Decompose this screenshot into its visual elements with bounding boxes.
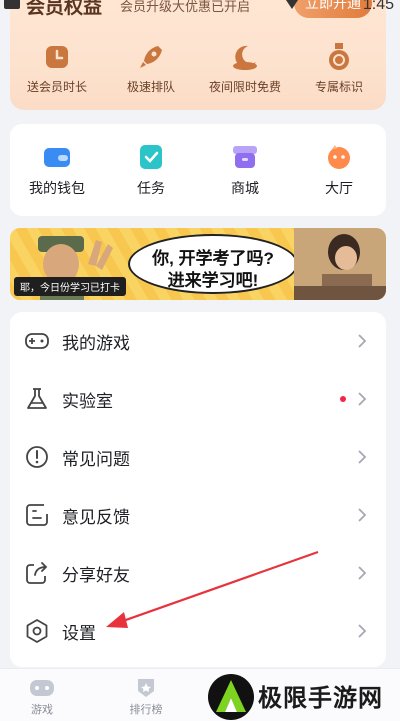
menu-item-feedback[interactable]: 意见反馈 (10, 486, 386, 544)
lobby-icon (328, 145, 350, 169)
clock-icon (46, 46, 68, 68)
speech-bubble: 你, 开学考了吗? 进来学习吧! (128, 234, 298, 294)
perk-label: 极速排队 (126, 80, 175, 94)
banner-student-image (294, 228, 386, 300)
menu-item-faq[interactable]: 常见问题 (10, 428, 386, 486)
menu-item-lab[interactable]: 实验室 (10, 370, 386, 428)
vip-subtitle: 会员升级大优惠已开启 (120, 0, 251, 14)
moon-icon (233, 45, 257, 70)
quick-label: 商城 (231, 180, 259, 196)
menu-label: 意见反馈 (62, 507, 130, 527)
chevron-right-icon (358, 624, 367, 638)
menu-label: 常见问题 (62, 449, 130, 469)
menu-label: 实验室 (62, 391, 113, 411)
rocket-icon (140, 46, 162, 68)
perk-night-free[interactable]: 夜间限时免费 (200, 40, 290, 95)
tab-games[interactable]: 游戏 (12, 677, 72, 717)
chevron-right-icon (358, 566, 367, 580)
tab-label: 游戏 (31, 704, 53, 716)
task-icon (140, 145, 162, 169)
vip-card[interactable]: 会员权益 会员升级大优惠已开启 立即开通 送会员时长 极速排队 夜间限时免费 专… (10, 0, 386, 110)
flask-icon (27, 388, 47, 409)
feedback-icon (26, 504, 48, 526)
quick-label: 任务 (137, 180, 165, 196)
menu-item-my-games[interactable]: 我的游戏 (10, 312, 386, 370)
vip-open-button[interactable]: 立即开通 (294, 0, 372, 18)
perk-label: 夜间限时免费 (208, 80, 281, 94)
quick-wallet[interactable]: 我的钱包 (17, 142, 97, 198)
banner-subheadline: 进来学习吧! (167, 271, 259, 290)
perk-label: 送会员时长 (26, 80, 87, 94)
gamepad-icon (25, 333, 49, 349)
menu-label: 我的游戏 (62, 333, 130, 353)
perk-exclusive-badge[interactable]: 专属标识 (294, 40, 384, 95)
perk-membership-time[interactable]: 送会员时长 (12, 40, 102, 95)
notification-dot (340, 396, 346, 402)
chevron-right-icon (358, 392, 367, 406)
menu-label: 分享好友 (62, 565, 130, 585)
tab-label: 排行榜 (129, 704, 163, 716)
status-icon (4, 0, 20, 9)
menu-list: 我的游戏 实验室 常见问题 意见反馈 分享好友 设置 (10, 312, 386, 667)
banner-caption: 耶，今日份学习已打卡 (14, 277, 126, 296)
gamepad-tab-icon (30, 680, 54, 696)
chevron-right-icon (358, 334, 367, 348)
promo-banner[interactable]: 你, 开学考了吗? 进来学习吧! 耶，今日份学习已打卡 (10, 228, 386, 300)
chevron-right-icon (358, 450, 367, 464)
chevron-right-icon (358, 508, 367, 522)
share-icon (26, 562, 48, 584)
alert-circle-icon (26, 446, 48, 468)
wallet-icon (44, 148, 70, 167)
shop-icon (233, 146, 257, 168)
menu-item-settings[interactable]: 设置 (10, 602, 386, 660)
watermark-text: 极限手游网 (258, 685, 383, 712)
status-time: 1:45 (362, 0, 394, 13)
quick-label: 大厅 (325, 180, 353, 196)
quick-lobby[interactable]: 大厅 (299, 142, 379, 198)
quick-task[interactable]: 任务 (111, 142, 191, 198)
tab-ranking[interactable]: 排行榜 (116, 677, 176, 717)
watermark-logo (208, 674, 254, 720)
quick-actions: 我的钱包 任务 商城 大厅 (10, 124, 386, 216)
wifi-icon (284, 0, 300, 9)
perk-label: 专属标识 (314, 80, 363, 94)
menu-label: 设置 (62, 623, 96, 643)
quick-shop[interactable]: 商城 (205, 142, 285, 198)
ranking-icon (138, 679, 154, 697)
medal-icon (329, 43, 349, 70)
vip-title: 会员权益 (26, 0, 103, 18)
quick-label: 我的钱包 (29, 180, 85, 196)
settings-icon (26, 619, 48, 643)
perk-fast-queue[interactable]: 极速排队 (106, 40, 196, 95)
menu-item-share[interactable]: 分享好友 (10, 544, 386, 602)
vip-perks: 送会员时长 极速排队 夜间限时免费 专属标识 (10, 40, 386, 95)
